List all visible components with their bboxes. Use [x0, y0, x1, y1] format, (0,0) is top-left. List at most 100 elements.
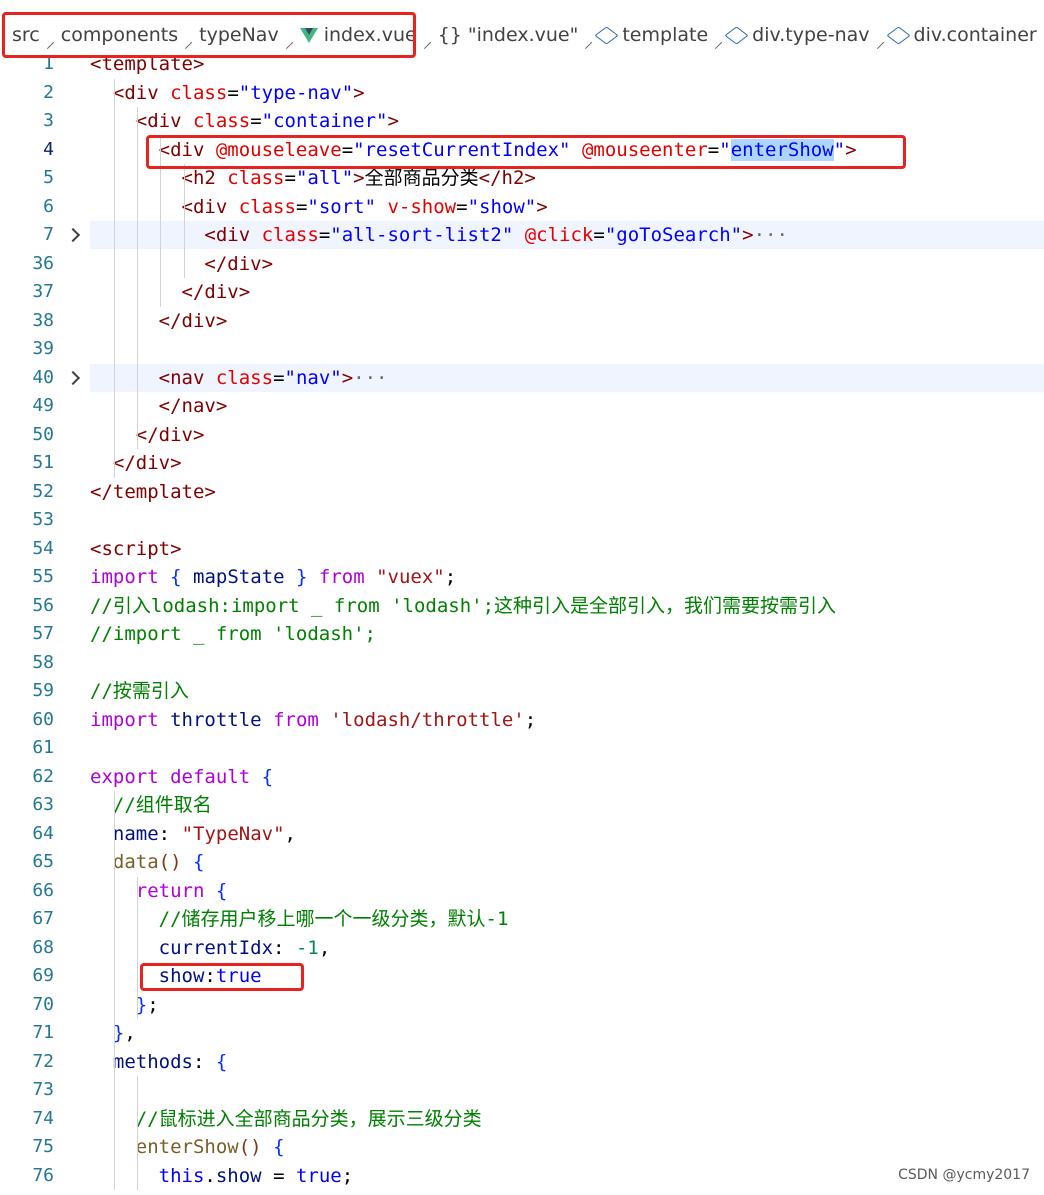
breadcrumb-symbol-file[interactable]: {} "index.vue" [438, 24, 585, 50]
chevron-right-icon [876, 41, 884, 50]
line-number: 7 [43, 224, 54, 245]
line-number: 55 [32, 566, 54, 587]
code-line[interactable]: //鼠标进入全部商品分类，展示三级分类 [90, 1105, 1044, 1133]
code-line[interactable]: //import _ from 'lodash'; [90, 620, 1044, 648]
breadcrumb-template[interactable]: template [594, 24, 714, 50]
line-number: 72 [32, 1050, 54, 1072]
braces-icon: {} [437, 24, 462, 46]
chevron-right-icon [285, 41, 293, 50]
code-line[interactable]: </div> [90, 278, 1044, 306]
code-line[interactable]: export default { [90, 763, 1044, 791]
indent-guide [137, 876, 138, 1019]
line-number: 76 [32, 1164, 54, 1186]
code-line[interactable]: import { mapState } from "vuex"; [90, 563, 1044, 591]
breadcrumb-components[interactable]: components [61, 24, 184, 50]
code-line[interactable]: <div class="container"> [90, 107, 1044, 135]
line-number: 52 [32, 480, 54, 502]
line-number: 38 [32, 309, 54, 331]
line-number: 59 [32, 680, 54, 701]
code-line[interactable]: <div @mouseleave="resetCurrentIndex" @mo… [90, 136, 1044, 164]
line-number: 40 [32, 366, 54, 388]
line-number: 39 [32, 338, 54, 359]
code-line[interactable]: }; [90, 991, 1044, 1019]
fold-chevron-icon[interactable] [65, 227, 81, 243]
line-number: 51 [32, 452, 54, 473]
line-number: 62 [32, 765, 54, 787]
chevron-right-icon [715, 41, 723, 50]
code-line[interactable]: enterShow() { [90, 1133, 1044, 1161]
line-number: 67 [32, 908, 54, 929]
chevron-right-icon [185, 41, 193, 50]
chevron-right-icon [423, 41, 431, 50]
code-line[interactable]: }, [90, 1019, 1044, 1047]
code-line[interactable]: name: "TypeNav", [90, 820, 1044, 848]
code-line[interactable]: methods: { [90, 1048, 1044, 1076]
code-line[interactable]: import throttle from 'lodash/throttle'; [90, 706, 1044, 734]
code-line[interactable]: <script> [90, 535, 1044, 563]
code-line[interactable]: return { [90, 877, 1044, 905]
cube-icon [594, 25, 619, 45]
breadcrumb-div-container[interactable]: div.container [885, 24, 1043, 50]
code-line[interactable]: //按需引入 [90, 677, 1044, 705]
line-number: 37 [32, 281, 54, 302]
breadcrumb: src components typeNav index.vue {} "inde… [0, 0, 1044, 50]
line-number: 2 [43, 81, 54, 103]
code-line[interactable] [90, 506, 1044, 534]
breadcrumb-div-type-nav[interactable]: div.type-nav [724, 24, 875, 50]
line-number: 54 [32, 537, 54, 559]
line-number: 3 [43, 110, 54, 131]
line-number: 71 [32, 1022, 54, 1043]
line-number: 58 [32, 651, 54, 673]
code-line[interactable]: <div class="sort" v-show="show"> [90, 193, 1044, 221]
line-number: 75 [32, 1136, 54, 1157]
fold-chevron-icon[interactable] [65, 370, 81, 385]
code-line[interactable]: show:true [90, 962, 1044, 990]
code-line[interactable] [90, 1076, 1044, 1104]
code-line[interactable] [90, 335, 1044, 363]
code-line[interactable]: <h2 class="all">全部商品分类</h2> [90, 164, 1044, 192]
code-line[interactable] [90, 734, 1044, 762]
code-line[interactable]: //储存用户移上哪一个一级分类，默认-1 [90, 905, 1044, 933]
vue-file-icon [299, 27, 318, 43]
line-number: 53 [32, 509, 54, 530]
cube-icon [724, 25, 749, 45]
line-number: 64 [32, 822, 54, 844]
line-number: 70 [32, 993, 54, 1015]
code-line[interactable]: <div class="all-sort-list2" @click="goTo… [90, 221, 1044, 249]
line-number: 36 [32, 252, 54, 274]
code-line[interactable]: <div class="type-nav"> [90, 79, 1044, 107]
code-line[interactable]: //组件取名 [90, 791, 1044, 819]
line-number: 1 [43, 53, 54, 74]
breadcrumb-typenav[interactable]: typeNav [199, 24, 285, 50]
line-number: 5 [43, 167, 54, 188]
code-line[interactable]: <nav class="nav">··· [90, 363, 1044, 392]
line-number: 61 [32, 737, 54, 758]
code-line[interactable]: </div> [90, 421, 1044, 449]
indent-guide [184, 164, 185, 278]
code-line[interactable]: </div> [90, 307, 1044, 335]
code-line[interactable]: data() { [90, 848, 1044, 876]
indent-guide [114, 791, 115, 1190]
line-number: 4 [43, 138, 54, 160]
breadcrumb-index-vue[interactable]: index.vue [299, 24, 423, 50]
chevron-right-icon [46, 41, 54, 50]
line-number: 66 [32, 879, 54, 901]
cube-icon [885, 25, 911, 45]
code-line[interactable]: </nav> [90, 392, 1044, 420]
code-line[interactable]: </div> [90, 250, 1044, 278]
code-line[interactable]: </template> [90, 478, 1044, 506]
line-number: 63 [32, 794, 54, 815]
line-number: 50 [32, 423, 54, 445]
code-line[interactable]: //引入lodash:import _ from 'lodash';这种引入是全… [90, 592, 1044, 620]
line-number: 57 [32, 623, 54, 644]
code-line[interactable]: currentIdx: -1, [90, 934, 1044, 962]
line-number: 56 [32, 594, 54, 616]
indent-guide [114, 78, 115, 478]
code-line[interactable] [90, 649, 1044, 677]
code-line[interactable]: <template> [90, 50, 1044, 78]
line-number: 69 [32, 965, 54, 986]
line-number: 6 [43, 195, 54, 217]
breadcrumb-src[interactable]: src [12, 24, 46, 50]
line-number: 68 [32, 936, 54, 958]
code-line[interactable]: </div> [90, 449, 1044, 477]
